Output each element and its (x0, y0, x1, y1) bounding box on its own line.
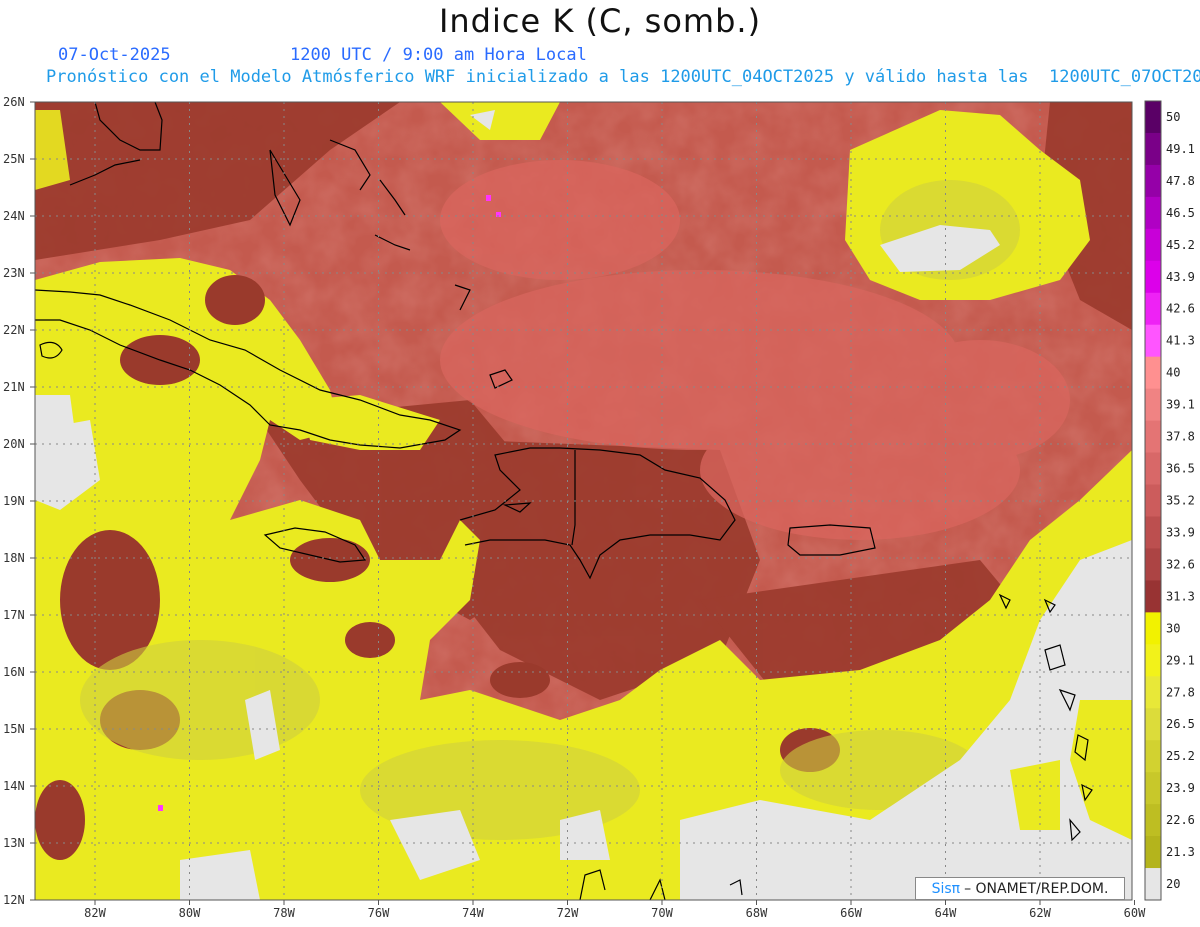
colorbar-swatch (1145, 228, 1161, 262)
colorbar-label: 33.9 (1166, 525, 1195, 539)
colorbar-label: 35.2 (1166, 494, 1195, 508)
colorbar-label: 26.5 (1166, 717, 1195, 731)
colorbar-label: 47.8 (1166, 174, 1195, 188)
colorbar-swatch (1145, 388, 1161, 422)
colorbar-swatch (1145, 292, 1161, 326)
lon-label: 60W (1124, 906, 1146, 920)
credit-text: – ONAMET/REP.DOM. (964, 880, 1109, 897)
colorbar-swatch (1145, 164, 1161, 198)
lon-label: 80W (179, 906, 201, 920)
colorbar-swatch (1145, 484, 1161, 517)
lat-label: 21N (3, 380, 25, 394)
colorbar-swatch (1145, 548, 1161, 581)
colorbar-label: 40 (1166, 366, 1180, 380)
colorbar-swatch (1145, 196, 1161, 230)
lat-label: 25N (3, 152, 25, 166)
colorbar-label: 21.3 (1166, 845, 1195, 859)
colorbar-swatch (1145, 804, 1161, 837)
colorbar-label: 42.6 (1166, 302, 1195, 316)
lon-label: 82W (84, 906, 106, 920)
colorbar-label: 27.8 (1166, 685, 1195, 699)
latitude-labels: 26N 25N 24N 23N 22N 21N 20N 19N 18N 17N 16N 15N 14N 1… (3, 95, 35, 907)
colorbar-label: 22.6 (1166, 813, 1195, 827)
colorbar-swatch (1145, 708, 1161, 741)
colorbar-label: 25.2 (1166, 749, 1195, 763)
colorbar-label: 30 (1166, 621, 1180, 635)
colorbar-label: 39.1 (1166, 398, 1195, 412)
colorbar-swatch (1145, 132, 1161, 166)
colorbar: 50 49.1 47.8 46.5 45.2 43.9 42.6 41.3 40 39.1 37.8… (1144, 100, 1195, 901)
lat-label: 24N (3, 209, 25, 223)
colorbar-label: 41.3 (1166, 334, 1195, 348)
colorbar-swatch (1145, 580, 1161, 613)
lon-label: 78W (273, 906, 295, 920)
lat-label: 17N (3, 608, 25, 622)
lon-label: 70W (651, 906, 673, 920)
lon-label: 66W (840, 906, 862, 920)
colorbar-swatch (1145, 644, 1161, 677)
lat-label: 15N (3, 722, 25, 736)
lat-label: 26N (3, 95, 25, 109)
colorbar-swatch (1145, 740, 1161, 773)
colorbar-swatch (1145, 836, 1161, 869)
colorbar-label: 45.2 (1166, 238, 1195, 252)
colorbar-swatch (1145, 356, 1161, 390)
lat-label: 18N (3, 551, 25, 565)
lon-label: 64W (935, 906, 957, 920)
colorbar-label: 50 (1166, 110, 1180, 124)
colorbar-label: 29.1 (1166, 653, 1195, 667)
colorbar-label: 31.3 (1166, 589, 1195, 603)
colorbar-swatch (1145, 420, 1161, 454)
colorbar-swatch (1145, 101, 1161, 134)
lat-label: 14N (3, 779, 25, 793)
lat-label: 22N (3, 323, 25, 337)
lon-label: 76W (368, 906, 390, 920)
colorbar-label: 36.5 (1166, 462, 1195, 476)
colorbar-swatch (1145, 452, 1161, 486)
lon-label: 62W (1029, 906, 1051, 920)
lon-label: 68W (746, 906, 768, 920)
colorbar-swatch (1145, 612, 1161, 645)
lat-label: 23N (3, 266, 25, 280)
colorbar-label: 43.9 (1166, 270, 1195, 284)
colorbar-label: 20 (1166, 877, 1180, 891)
lat-label: 12N (3, 893, 25, 907)
lon-label: 72W (557, 906, 579, 920)
colorbar-swatch (1145, 676, 1161, 709)
colorbar-label: 32.6 (1166, 557, 1195, 571)
sispi-logo: Sisπ (931, 880, 961, 897)
colorbar-label: 37.8 (1166, 430, 1195, 444)
colorbar-label: 46.5 (1166, 206, 1195, 220)
longitude-labels: 82W 80W 78W 76W 74W 72W 70W 68W 66W 64W 62W 60W (84, 900, 1146, 920)
lat-label: 13N (3, 836, 25, 850)
colorbar-swatch (1145, 516, 1161, 549)
colorbar-swatch (1145, 772, 1161, 805)
lat-label: 20N (3, 437, 25, 451)
lon-label: 74W (462, 906, 484, 920)
colorbar-label: 23.9 (1166, 781, 1195, 795)
colorbar-label: 49.1 (1166, 142, 1195, 156)
lat-label: 19N (3, 494, 25, 508)
colorbar-swatch (1145, 868, 1161, 901)
credit-box: Sisπ – ONAMET/REP.DOM. (915, 877, 1125, 900)
k-index-map: 26N 25N 24N 23N 22N 21N 20N 19N 18N 17N 16N 15N 14N 1… (3, 95, 1195, 920)
lat-label: 16N (3, 665, 25, 679)
colorbar-swatch (1145, 260, 1161, 294)
colorbar-swatch (1145, 324, 1161, 358)
